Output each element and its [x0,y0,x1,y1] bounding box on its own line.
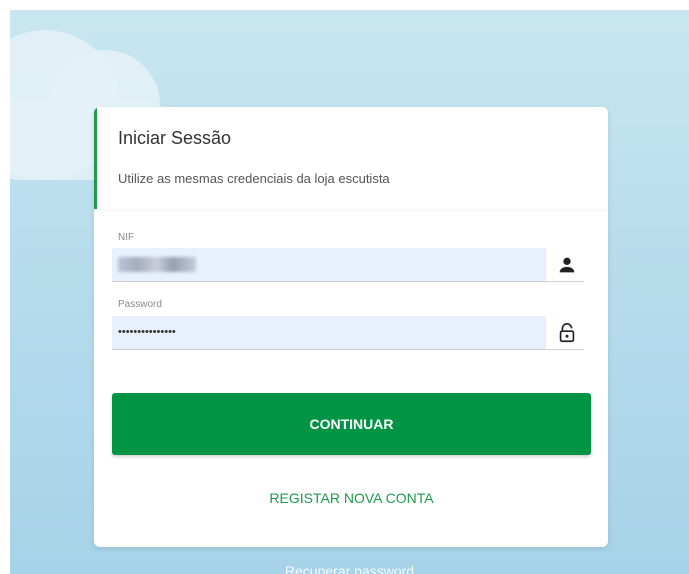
password-label: Password [118,299,162,310]
nif-label: NIF [118,232,135,243]
page-title: Iniciar Sessão [118,128,232,148]
page-background: Iniciar Sessão Utilize as mesmas credenc… [10,10,689,574]
lock-icon [559,323,575,343]
password-value: ••••••••••••••• [118,326,176,338]
page-subtitle: Utilize as mesmas credenciais da loja es… [118,171,390,186]
recover-password-link[interactable]: Recuperar password [10,563,689,574]
password-input[interactable]: ••••••••••••••• [112,316,546,349]
nif-input[interactable] [112,248,546,281]
continue-button[interactable]: CONTINUAR [112,393,591,455]
card-header: Iniciar Sessão Utilize as mesmas credenc… [94,107,608,209]
password-field: ••••••••••••••• [112,316,584,350]
nif-field [112,248,584,282]
login-card: Iniciar Sessão Utilize as mesmas credenc… [94,107,608,547]
user-icon [559,257,575,273]
nif-value-redacted [118,257,196,272]
register-button[interactable]: REGISTAR NOVA CONTA [112,483,591,513]
